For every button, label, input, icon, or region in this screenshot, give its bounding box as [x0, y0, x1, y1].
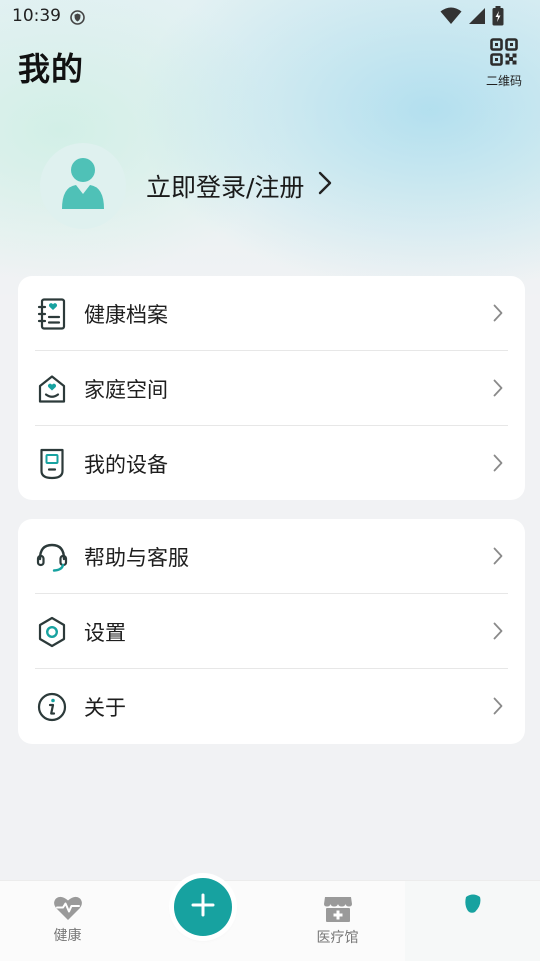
- chevron-right-icon: [493, 622, 503, 644]
- chevron-right-icon: [493, 547, 503, 569]
- chevron-right-icon: [493, 379, 503, 401]
- user-tab-icon: [405, 893, 540, 919]
- login-register-link[interactable]: 立即登录/注册: [146, 168, 332, 204]
- qr-code-button[interactable]: 二维码: [480, 38, 528, 89]
- signal-icon: [468, 7, 486, 29]
- settings-hexagon-icon: [36, 616, 68, 648]
- info-icon: [36, 691, 68, 723]
- profile-section[interactable]: 立即登录/注册: [40, 143, 332, 229]
- menu-card-primary: 健康档案 家庭空间 我的设备: [18, 276, 525, 500]
- status-time: 10:39: [12, 6, 61, 26]
- menu-item-about[interactable]: 关于: [18, 669, 525, 744]
- family-home-icon: [36, 373, 68, 405]
- menu-item-label: 健康档案: [84, 302, 168, 327]
- hospital-store-icon: [270, 895, 405, 927]
- menu-item-my-devices[interactable]: 我的设备: [18, 426, 525, 501]
- heart-pulse-icon: [0, 895, 135, 925]
- avatar[interactable]: [40, 143, 126, 229]
- menu-item-family-space[interactable]: 家庭空间: [18, 351, 525, 426]
- battery-charging-icon: [492, 6, 504, 30]
- chevron-right-icon: [493, 454, 503, 476]
- qr-code-label: 二维码: [485, 74, 522, 88]
- device-icon: [36, 448, 68, 480]
- shield-icon: [70, 10, 85, 25]
- menu-item-settings[interactable]: 设置: [18, 594, 525, 669]
- bottom-tab-bar: 健康 医疗馆: [0, 880, 540, 961]
- chevron-right-icon: [318, 171, 332, 201]
- user-avatar-icon: [60, 157, 106, 215]
- tab-health[interactable]: 健康: [0, 881, 135, 945]
- menu-item-label: 设置: [84, 620, 126, 645]
- tab-hospital[interactable]: 医疗馆: [270, 881, 405, 947]
- add-button[interactable]: [174, 878, 232, 936]
- menu-item-label: 关于: [84, 695, 126, 720]
- tab-hospital-label: 医疗馆: [316, 930, 359, 946]
- wifi-icon: [440, 7, 462, 29]
- menu-card-secondary: 帮助与客服 设置 关于: [18, 519, 525, 744]
- qr-code-icon: [490, 38, 518, 70]
- menu-item-label: 我的设备: [84, 452, 168, 477]
- tab-health-label: 健康: [53, 928, 82, 944]
- menu-item-label: 帮助与客服: [84, 545, 189, 570]
- status-bar: 10:39: [0, 0, 540, 34]
- menu-item-help-service[interactable]: 帮助与客服: [18, 519, 525, 594]
- health-record-icon: [36, 298, 68, 330]
- page-title: 我的: [18, 50, 85, 88]
- chevron-right-icon: [493, 697, 503, 719]
- menu-item-health-record[interactable]: 健康档案: [18, 276, 525, 351]
- menu-item-label: 家庭空间: [84, 377, 168, 402]
- plus-icon: [190, 892, 216, 922]
- tab-mine[interactable]: [405, 881, 540, 961]
- chevron-right-icon: [493, 304, 503, 326]
- login-register-label: 立即登录/注册: [146, 173, 305, 202]
- headset-icon: [36, 541, 68, 573]
